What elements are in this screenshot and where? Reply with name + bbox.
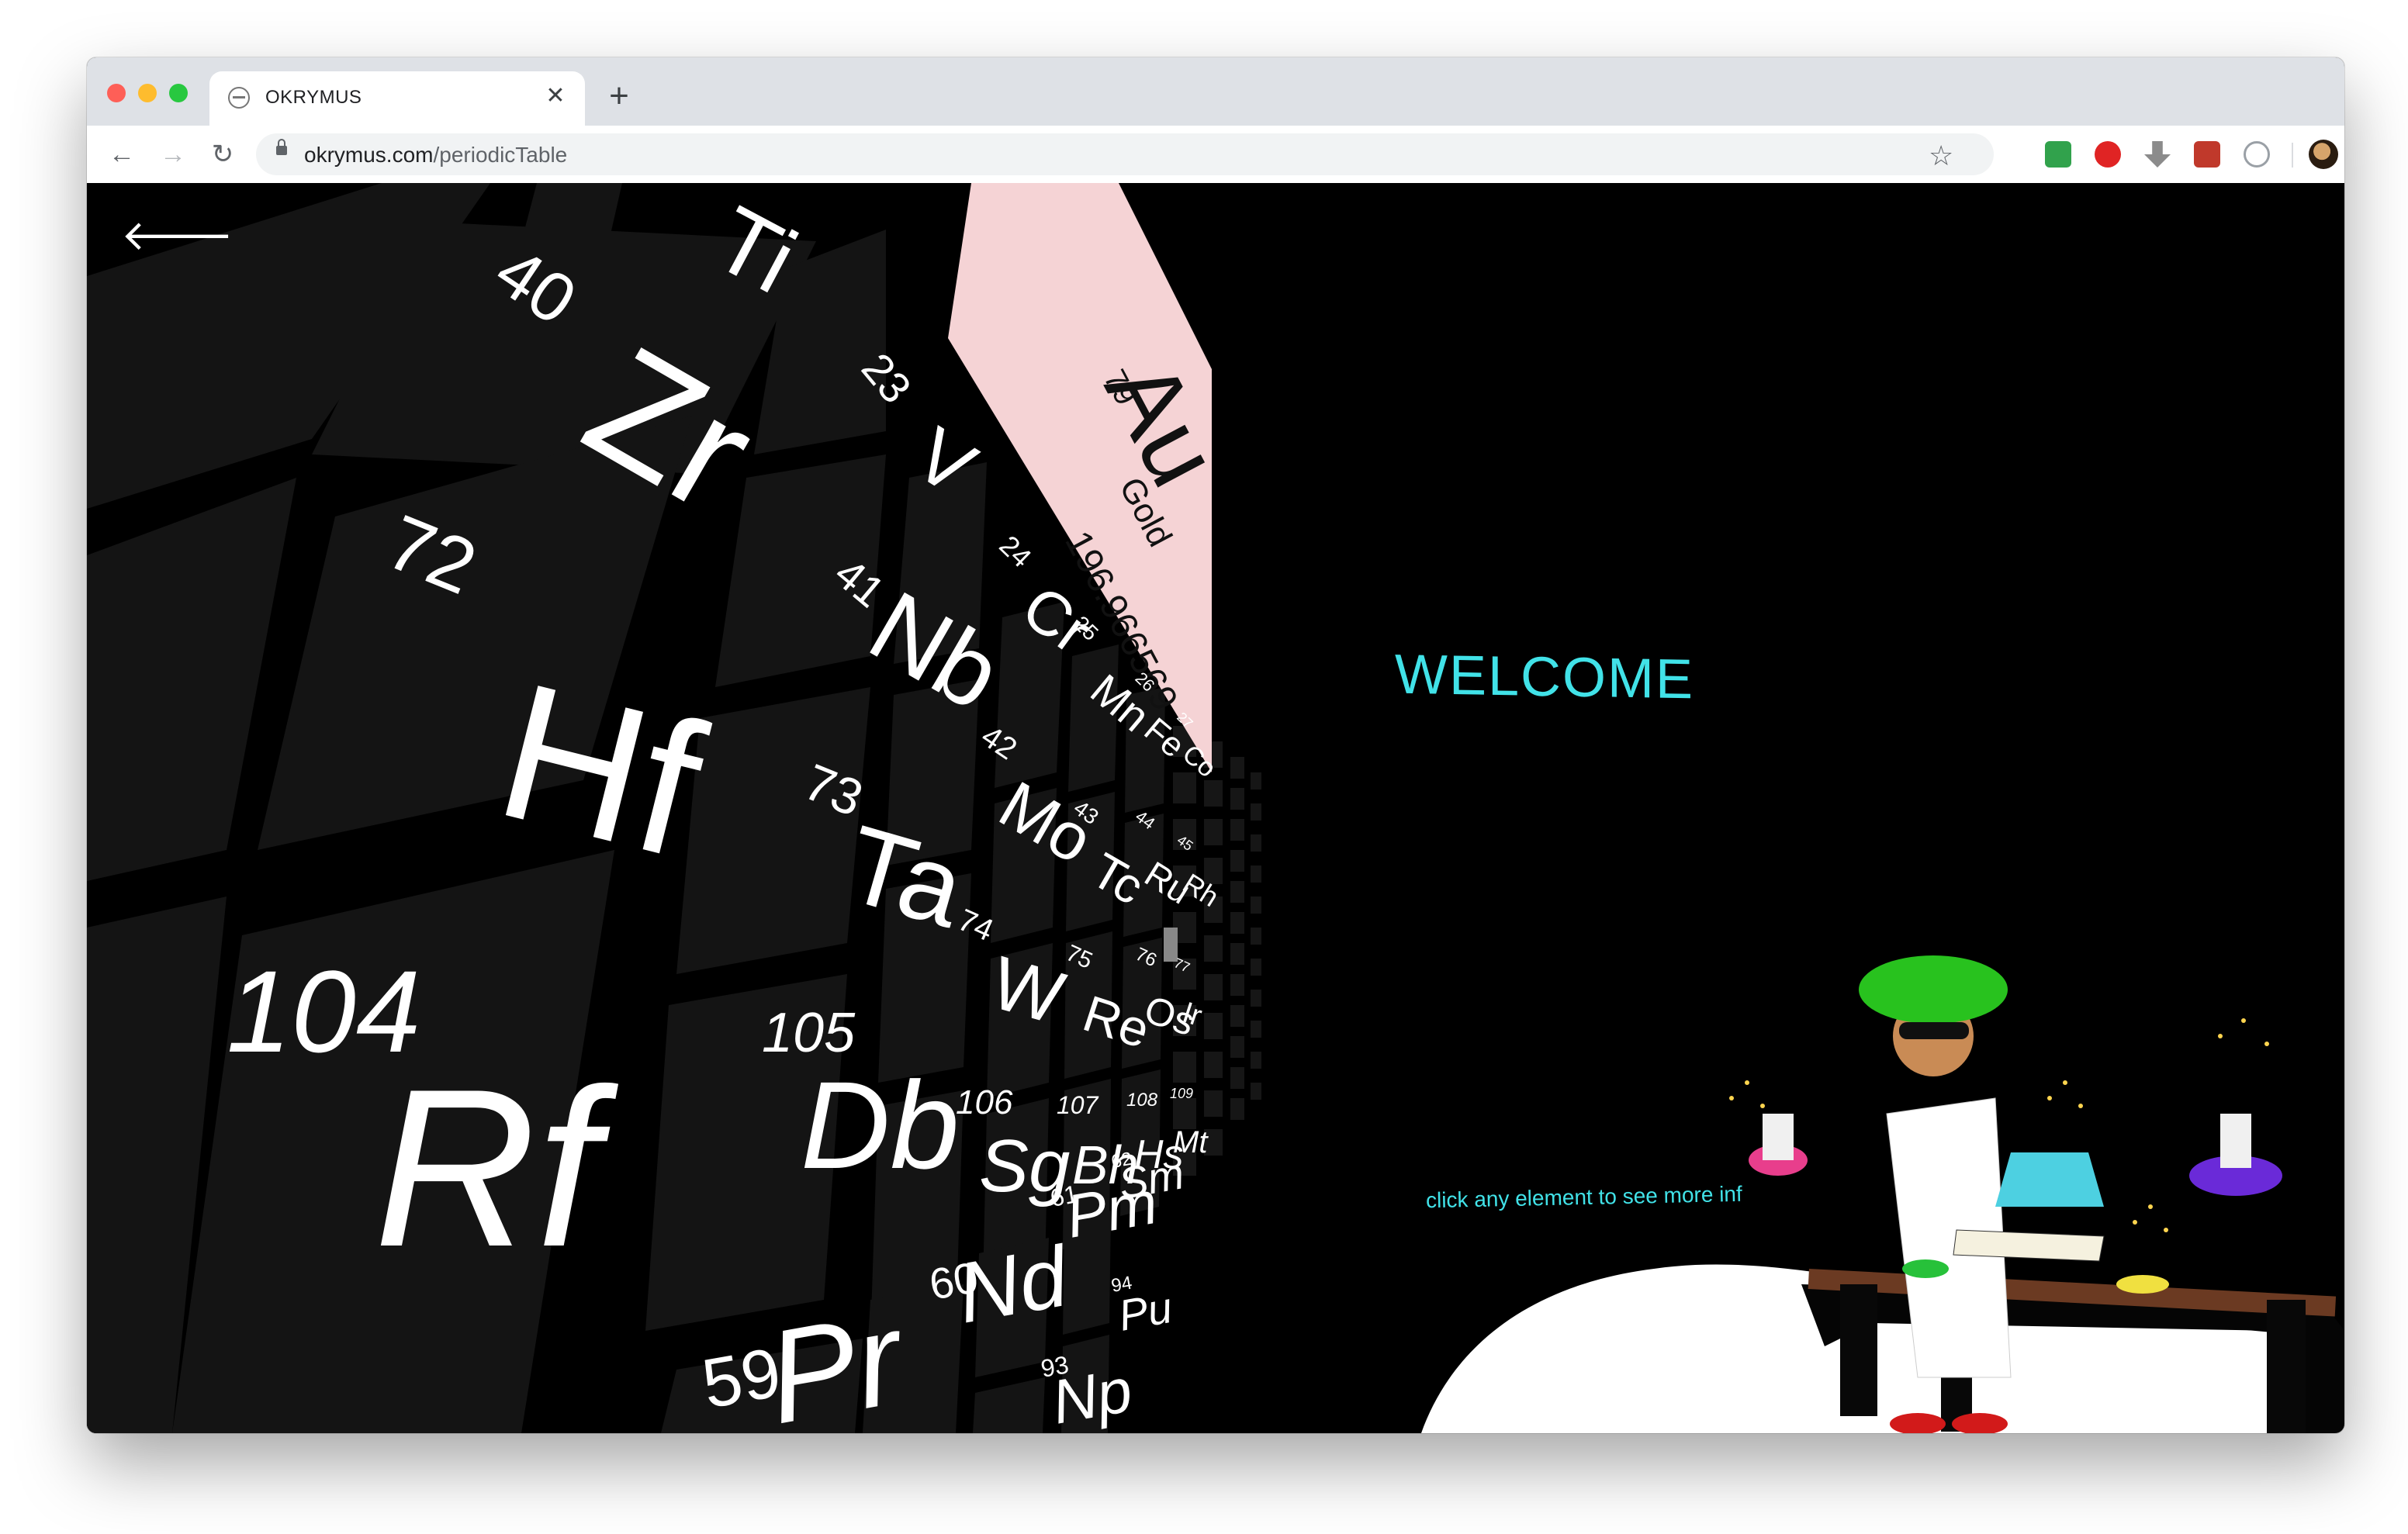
bookmark-star-icon[interactable]: ☆: [1929, 140, 1953, 172]
close-tab-icon[interactable]: ✕: [541, 82, 569, 110]
tab-strip: OKRYMUS ✕ +: [87, 57, 2344, 126]
label-rf-symbol: Rf: [374, 1042, 621, 1294]
url-text[interactable]: okrymus.com/periodicTable: [304, 143, 567, 168]
yellow-flask: [2116, 1275, 2169, 1294]
url-domain: okrymus.com: [304, 143, 434, 167]
scientist-scene[interactable]: [1328, 788, 2344, 1433]
browser-toolbar: ← → ↻ okrymus.com/periodicTable ☆ ⋮: [87, 126, 2344, 184]
ext-circle-icon[interactable]: [2244, 141, 2270, 168]
label-hs-number: 108: [1126, 1090, 1158, 1111]
label-bh-number: 107: [1057, 1091, 1099, 1119]
ext-red-icon[interactable]: [2194, 141, 2220, 168]
tab-okrymus[interactable]: OKRYMUS ✕: [209, 71, 585, 126]
back-button[interactable]: ←: [104, 136, 140, 172]
label-mt-number: 109: [1170, 1086, 1193, 1101]
adblock-icon[interactable]: [2095, 141, 2121, 168]
label-db-number: 105: [762, 1002, 856, 1064]
cyan-flask: [1995, 1152, 2104, 1207]
label-nd-symbol: Nd: [950, 1228, 1078, 1341]
purple-flask-neck: [2220, 1114, 2251, 1168]
green-hair: [1859, 955, 2008, 1024]
lock-icon[interactable]: [276, 139, 287, 155]
label-sg-number: 106: [956, 1083, 1013, 1121]
periodic-table-3d[interactable]: 79 Au Gold 196.966569 Ti 40 Zr 72 Hf 104…: [87, 183, 1375, 1433]
forward-button[interactable]: →: [155, 136, 191, 172]
minimize-window-button[interactable]: [138, 84, 157, 102]
okrymus-logo-icon: [228, 87, 250, 109]
desk-leg-right: [2267, 1300, 2306, 1433]
green-flask: [1902, 1259, 1949, 1278]
close-window-button[interactable]: [107, 84, 126, 102]
label-np-symbol: Np: [1047, 1355, 1137, 1433]
label-db-symbol: Db: [801, 1055, 960, 1194]
tile-np[interactable]: [973, 1377, 1045, 1433]
browser-window: OKRYMUS ✕ + ← → ↻ okrymus.com/periodicTa…: [87, 57, 2344, 1433]
periodic-table-viewport[interactable]: 79 Au Gold 196.966569 Ti 40 Zr 72 Hf 104…: [87, 183, 2344, 1433]
welcome-heading: WELCOME: [1395, 643, 1695, 711]
desk-leg: [1840, 1284, 1877, 1416]
maximize-window-button[interactable]: [169, 84, 188, 102]
goggles: [1899, 1022, 1969, 1039]
download-arrow-icon[interactable]: [2144, 141, 2171, 168]
label-sm-symbol: Sm: [1115, 1149, 1188, 1208]
label-cr-number: 24: [993, 529, 1037, 573]
address-bar[interactable]: okrymus.com/periodicTable ☆: [256, 133, 1994, 175]
pink-flask-neck: [1763, 1114, 1794, 1160]
download-check-icon[interactable]: [2045, 141, 2071, 168]
profile-avatar[interactable]: [2309, 140, 2338, 169]
distant-tiles: [1164, 726, 1261, 1176]
label-pu-symbol: Pu: [1115, 1283, 1175, 1340]
url-path: /periodicTable: [433, 143, 568, 167]
back-arrow-icon[interactable]: 🡐: [121, 214, 234, 257]
toolbar-divider: [2292, 143, 2293, 168]
tab-title: OKRYMUS: [265, 87, 362, 108]
new-tab-button[interactable]: +: [602, 79, 636, 115]
reload-button[interactable]: ↻: [205, 136, 240, 172]
